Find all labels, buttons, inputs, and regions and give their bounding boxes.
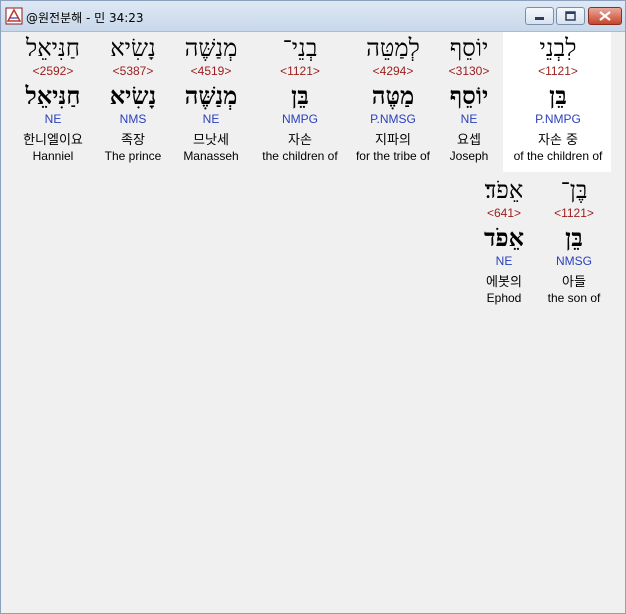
close-icon bbox=[599, 11, 611, 21]
minimize-button[interactable] bbox=[525, 7, 554, 25]
english-gloss: Hanniel bbox=[32, 149, 74, 163]
minimize-icon bbox=[535, 17, 544, 20]
strong-number[interactable]: <1121> bbox=[250, 64, 350, 78]
verse-analysis-panel: לִבְנֵי <1121> בֵּן P.NMPG 자손 중 of the c… bbox=[3, 32, 623, 611]
hebrew-lemma: בֵּן bbox=[549, 81, 567, 110]
hebrew-lemma: חַנִּיאֵל bbox=[25, 81, 81, 110]
morphology-code: NE bbox=[44, 112, 62, 126]
window-title: @원전분해 - 민 34:23 bbox=[26, 11, 144, 25]
english-gloss: of the children of bbox=[513, 149, 603, 163]
title-bar[interactable]: @원전분해 - 민 34:23 bbox=[1, 1, 625, 32]
strong-number[interactable]: <2592> bbox=[3, 64, 103, 78]
korean-gloss: 자손 중 bbox=[537, 133, 578, 148]
hebrew-word: חַנִּיאֵל bbox=[26, 34, 80, 62]
hebrew-lemma: בֵּן bbox=[291, 81, 309, 110]
app-icon bbox=[5, 7, 23, 25]
korean-gloss: 에봇의 bbox=[486, 275, 522, 290]
morphology-code: NMPG bbox=[282, 112, 318, 126]
korean-gloss: 자손 bbox=[288, 133, 312, 148]
morphology-code: P.NMPG bbox=[535, 112, 581, 126]
morphology-code: P.NMSG bbox=[370, 112, 416, 126]
maximize-icon bbox=[565, 11, 576, 21]
hebrew-word: לְמַטֵּה bbox=[366, 34, 420, 62]
hebrew-word: אֵפֹד׃ bbox=[484, 176, 524, 204]
maximize-button[interactable] bbox=[556, 7, 585, 25]
korean-gloss: 지파의 bbox=[375, 133, 411, 148]
hebrew-word: לִבְנֵי bbox=[539, 34, 577, 62]
english-gloss: Ephod bbox=[486, 291, 522, 305]
hebrew-lemma: אֵפֹד bbox=[483, 223, 524, 252]
app-window: @원전분해 - 민 34:23 לִבְנֵי <1121> בֵּן P.NM… bbox=[0, 0, 626, 614]
strong-number[interactable]: <4294> bbox=[343, 64, 443, 78]
strong-number[interactable]: <1121> bbox=[508, 64, 608, 78]
english-gloss: the children of bbox=[262, 149, 338, 163]
english-gloss: for the tribe of bbox=[355, 149, 431, 163]
korean-gloss: 한니엘이요 bbox=[23, 133, 83, 148]
strong-number[interactable]: <641> bbox=[454, 206, 554, 220]
close-button[interactable] bbox=[588, 7, 622, 25]
hebrew-lemma: מַטֶּה bbox=[371, 81, 415, 110]
hebrew-word: בְנֵי־ bbox=[282, 34, 318, 62]
morphology-code: NE bbox=[495, 254, 513, 268]
